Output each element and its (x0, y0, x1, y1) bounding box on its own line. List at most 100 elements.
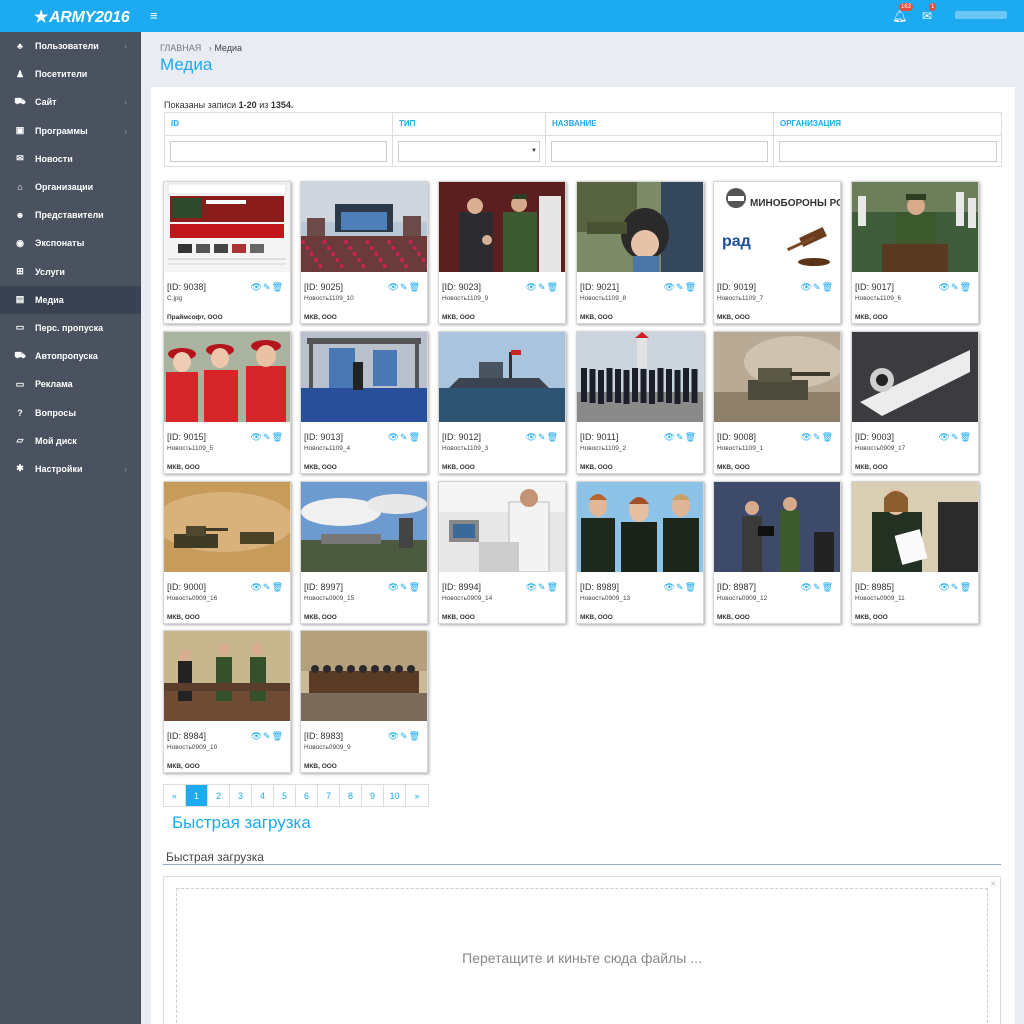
filter-header-name[interactable]: НАЗВАНИЕ (552, 119, 597, 128)
media-thumbnail[interactable] (301, 182, 427, 272)
media-thumbnail[interactable] (301, 631, 427, 721)
media-card[interactable]: [ID: 8983] Новость0909_9 МКВ, ООО 👁✎🗑 (300, 630, 428, 773)
eye-icon[interactable]: 👁 (664, 282, 676, 292)
sidebar-item-3[interactable]: ▣ Программы › (0, 117, 141, 145)
eye-icon[interactable]: 👁 (526, 432, 538, 442)
media-card[interactable]: [ID: 9023] Новость1109_9 МКВ, ООО 👁✎🗑 (438, 181, 566, 324)
close-icon[interactable]: × (990, 879, 996, 890)
pencil-icon[interactable]: ✎ (813, 432, 822, 442)
user-menu[interactable] (955, 11, 1007, 19)
eye-icon[interactable]: 👁 (251, 582, 263, 592)
sidebar-item-13[interactable]: ? Вопросы (0, 398, 141, 426)
trash-icon[interactable]: 🗑 (685, 282, 697, 292)
media-card[interactable]: [ID: 9003] Новость0909_17 МКВ, ООО 👁✎🗑 (851, 331, 979, 474)
media-card[interactable]: [ID: 9012] Новость1109_3 МКВ, ООО 👁✎🗑 (438, 331, 566, 474)
eye-icon[interactable]: 👁 (939, 282, 951, 292)
eye-icon[interactable]: 👁 (801, 582, 813, 592)
filter-header-type[interactable]: ТИП (399, 119, 415, 128)
pencil-icon[interactable]: ✎ (951, 282, 960, 292)
trash-icon[interactable]: 🗑 (685, 582, 697, 592)
pencil-icon[interactable]: ✎ (538, 432, 547, 442)
eye-icon[interactable]: 👁 (251, 282, 263, 292)
pencil-icon[interactable]: ✎ (951, 432, 960, 442)
pencil-icon[interactable]: ✎ (676, 282, 685, 292)
eye-icon[interactable]: 👁 (388, 432, 400, 442)
pagination-next[interactable]: » (406, 785, 428, 806)
pencil-icon[interactable]: ✎ (813, 582, 822, 592)
sidebar-item-7[interactable]: ◉ Экспонаты (0, 229, 141, 257)
media-thumbnail[interactable] (714, 332, 840, 422)
pagination-page[interactable]: 8 (340, 785, 362, 806)
pagination-page[interactable]: 7 (318, 785, 340, 806)
trash-icon[interactable]: 🗑 (272, 432, 284, 442)
eye-icon[interactable]: 👁 (939, 432, 951, 442)
filter-type-select[interactable] (398, 141, 540, 162)
sidebar-item-14[interactable]: ▱ Мой диск (0, 427, 141, 455)
media-card[interactable]: [ID: 9038] C.jpg Праймсофт, ООО 👁✎🗑 (163, 181, 291, 324)
trash-icon[interactable]: 🗑 (822, 582, 834, 592)
menu-toggle-icon[interactable]: ≡ (150, 8, 158, 23)
eye-icon[interactable]: 👁 (801, 282, 813, 292)
pagination-page[interactable]: 4 (252, 785, 274, 806)
pencil-icon[interactable]: ✎ (400, 582, 409, 592)
filter-org-input[interactable] (779, 141, 997, 162)
sidebar-item-12[interactable]: ▭ Реклама (0, 370, 141, 398)
sidebar-item-5[interactable]: ⌂ Организации (0, 173, 141, 201)
media-card[interactable]: [ID: 9011] Новость1109_2 МКВ, ООО 👁✎🗑 (576, 331, 704, 474)
media-card[interactable]: [ID: 9021] Новость1109_8 МКВ, ООО 👁✎🗑 (576, 181, 704, 324)
trash-icon[interactable]: 🗑 (547, 582, 559, 592)
trash-icon[interactable]: 🗑 (409, 731, 421, 741)
pencil-icon[interactable]: ✎ (263, 731, 272, 741)
media-thumbnail[interactable] (164, 332, 290, 422)
eye-icon[interactable]: 👁 (801, 432, 813, 442)
media-card[interactable]: [ID: 9000] Новость0909_16 МКВ, ООО 👁✎🗑 (163, 481, 291, 624)
pagination-page[interactable]: 2 (208, 785, 230, 806)
eye-icon[interactable]: 👁 (388, 731, 400, 741)
media-thumbnail[interactable] (301, 482, 427, 572)
pencil-icon[interactable]: ✎ (538, 582, 547, 592)
eye-icon[interactable]: 👁 (664, 432, 676, 442)
pencil-icon[interactable]: ✎ (400, 432, 409, 442)
eye-icon[interactable]: 👁 (388, 282, 400, 292)
media-thumbnail[interactable] (577, 182, 703, 272)
media-thumbnail[interactable] (439, 482, 565, 572)
media-card[interactable]: [ID: 8985] Новость0909_11 МКВ, ООО 👁✎🗑 (851, 481, 979, 624)
media-card[interactable]: [ID: 8989] Новость0909_13 МКВ, ООО 👁✎🗑 (576, 481, 704, 624)
trash-icon[interactable]: 🗑 (822, 432, 834, 442)
pagination-page[interactable]: 1 (186, 785, 208, 806)
file-dropzone[interactable]: Перетащите и киньте сюда файлы ... (176, 888, 988, 1024)
pagination-page[interactable]: 6 (296, 785, 318, 806)
trash-icon[interactable]: 🗑 (960, 282, 972, 292)
media-card[interactable]: [ID: 8987] Новость0909_12 МКВ, ООО 👁✎🗑 (713, 481, 841, 624)
media-card[interactable]: [ID: 9013] Новость1109_4 МКВ, ООО 👁✎🗑 (300, 331, 428, 474)
media-card[interactable]: [ID: 8997] Новость0909_15 МКВ, ООО 👁✎🗑 (300, 481, 428, 624)
pencil-icon[interactable]: ✎ (263, 282, 272, 292)
trash-icon[interactable]: 🗑 (409, 582, 421, 592)
media-thumbnail[interactable] (439, 332, 565, 422)
trash-icon[interactable]: 🗑 (547, 432, 559, 442)
trash-icon[interactable]: 🗑 (547, 282, 559, 292)
pagination-prev[interactable]: « (164, 785, 186, 806)
trash-icon[interactable]: 🗑 (685, 432, 697, 442)
trash-icon[interactable]: 🗑 (409, 432, 421, 442)
media-thumbnail[interactable] (714, 482, 840, 572)
pagination-page[interactable]: 10 (384, 785, 406, 806)
sidebar-item-0[interactable]: ♣ Пользователи › (0, 32, 141, 60)
pencil-icon[interactable]: ✎ (951, 582, 960, 592)
pencil-icon[interactable]: ✎ (538, 282, 547, 292)
eye-icon[interactable]: 👁 (664, 582, 676, 592)
trash-icon[interactable]: 🗑 (272, 582, 284, 592)
eye-icon[interactable]: 👁 (251, 731, 263, 741)
bell-icon[interactable]: 🔔︎ 163 (892, 3, 914, 23)
filter-header-id[interactable]: ID (171, 119, 179, 128)
media-thumbnail[interactable] (164, 631, 290, 721)
pagination-page[interactable]: 9 (362, 785, 384, 806)
eye-icon[interactable]: 👁 (526, 282, 538, 292)
pencil-icon[interactable]: ✎ (263, 432, 272, 442)
media-card[interactable]: [ID: 9015] Новость1109_5 МКВ, ООО 👁✎🗑 (163, 331, 291, 474)
pencil-icon[interactable]: ✎ (813, 282, 822, 292)
media-thumbnail[interactable] (439, 182, 565, 272)
media-card[interactable]: [ID: 9008] Новость1109_1 МКВ, ООО 👁✎🗑 (713, 331, 841, 474)
media-card[interactable]: [ID: 8984] Новость0909_10 МКВ, ООО 👁✎🗑 (163, 630, 291, 773)
filter-name-input[interactable] (551, 141, 768, 162)
